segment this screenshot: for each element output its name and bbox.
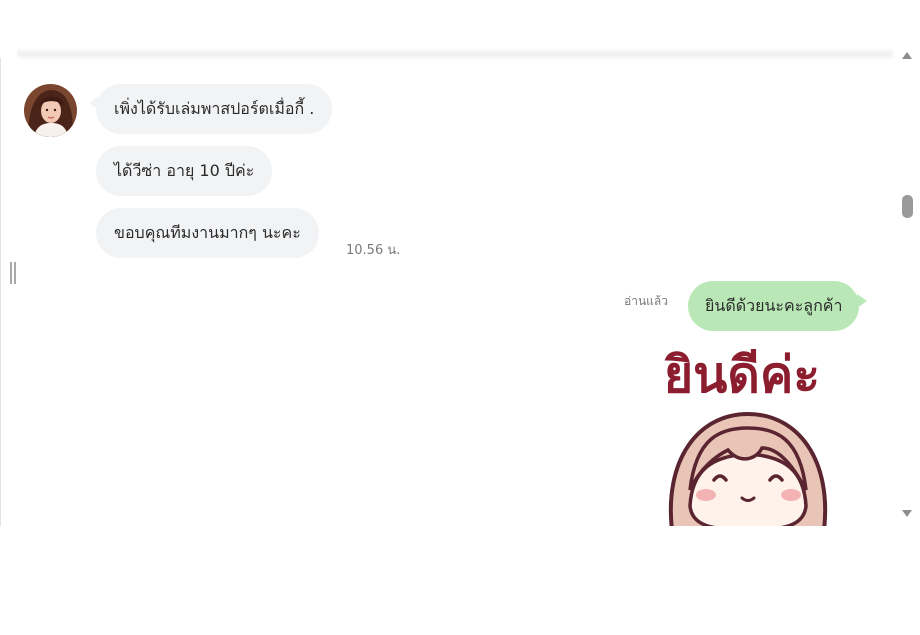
- message-text: ขอบคุณทีมงานมากๆ นะคะ: [114, 223, 301, 242]
- double-bar-icon[interactable]: [9, 262, 18, 284]
- chat-header-bar: [18, 47, 892, 55]
- triangle-down-icon[interactable]: [902, 510, 912, 517]
- message-text: ยินดีด้วยนะคะลูกค้า: [705, 296, 843, 315]
- read-receipt: อ่านแล้ว: [624, 294, 668, 308]
- contact-avatar-image: [24, 84, 77, 137]
- outgoing-message[interactable]: ยินดีด้วยนะคะลูกค้า: [688, 281, 868, 331]
- incoming-message[interactable]: ขอบคุณทีมงานมากๆ นะคะ: [96, 208, 319, 258]
- message-text: ได้วีซ่า อายุ 10 ปีค่ะ: [114, 161, 255, 180]
- message-timestamp: 10.56 น.: [346, 243, 401, 258]
- triangle-up-icon[interactable]: [902, 52, 912, 59]
- scrollbar-thumb[interactable]: [902, 195, 913, 218]
- sticker-text: ยินดีค่ะ: [664, 346, 820, 404]
- sticker-message[interactable]: ยินดีค่ะ ยินดีค่ะ: [620, 340, 870, 526]
- sticker-girl-image: ยินดีค่ะ ยินดีค่ะ: [659, 341, 828, 526]
- incoming-message[interactable]: เพิ่งได้รับเล่มพาสปอร์ตเมื่อกี้ .: [88, 84, 333, 134]
- contact-avatar[interactable]: [24, 84, 77, 137]
- chat-window: เพิ่งได้รับเล่มพาสปอร์ตเมื่อกี้ . ได้วีซ…: [0, 0, 920, 526]
- panel-left-border: [0, 58, 1, 526]
- scrollbar[interactable]: [899, 44, 916, 526]
- message-text: เพิ่งได้รับเล่มพาสปอร์ตเมื่อกี้ .: [114, 99, 315, 118]
- incoming-message[interactable]: ได้วีซ่า อายุ 10 ปีค่ะ: [96, 146, 273, 196]
